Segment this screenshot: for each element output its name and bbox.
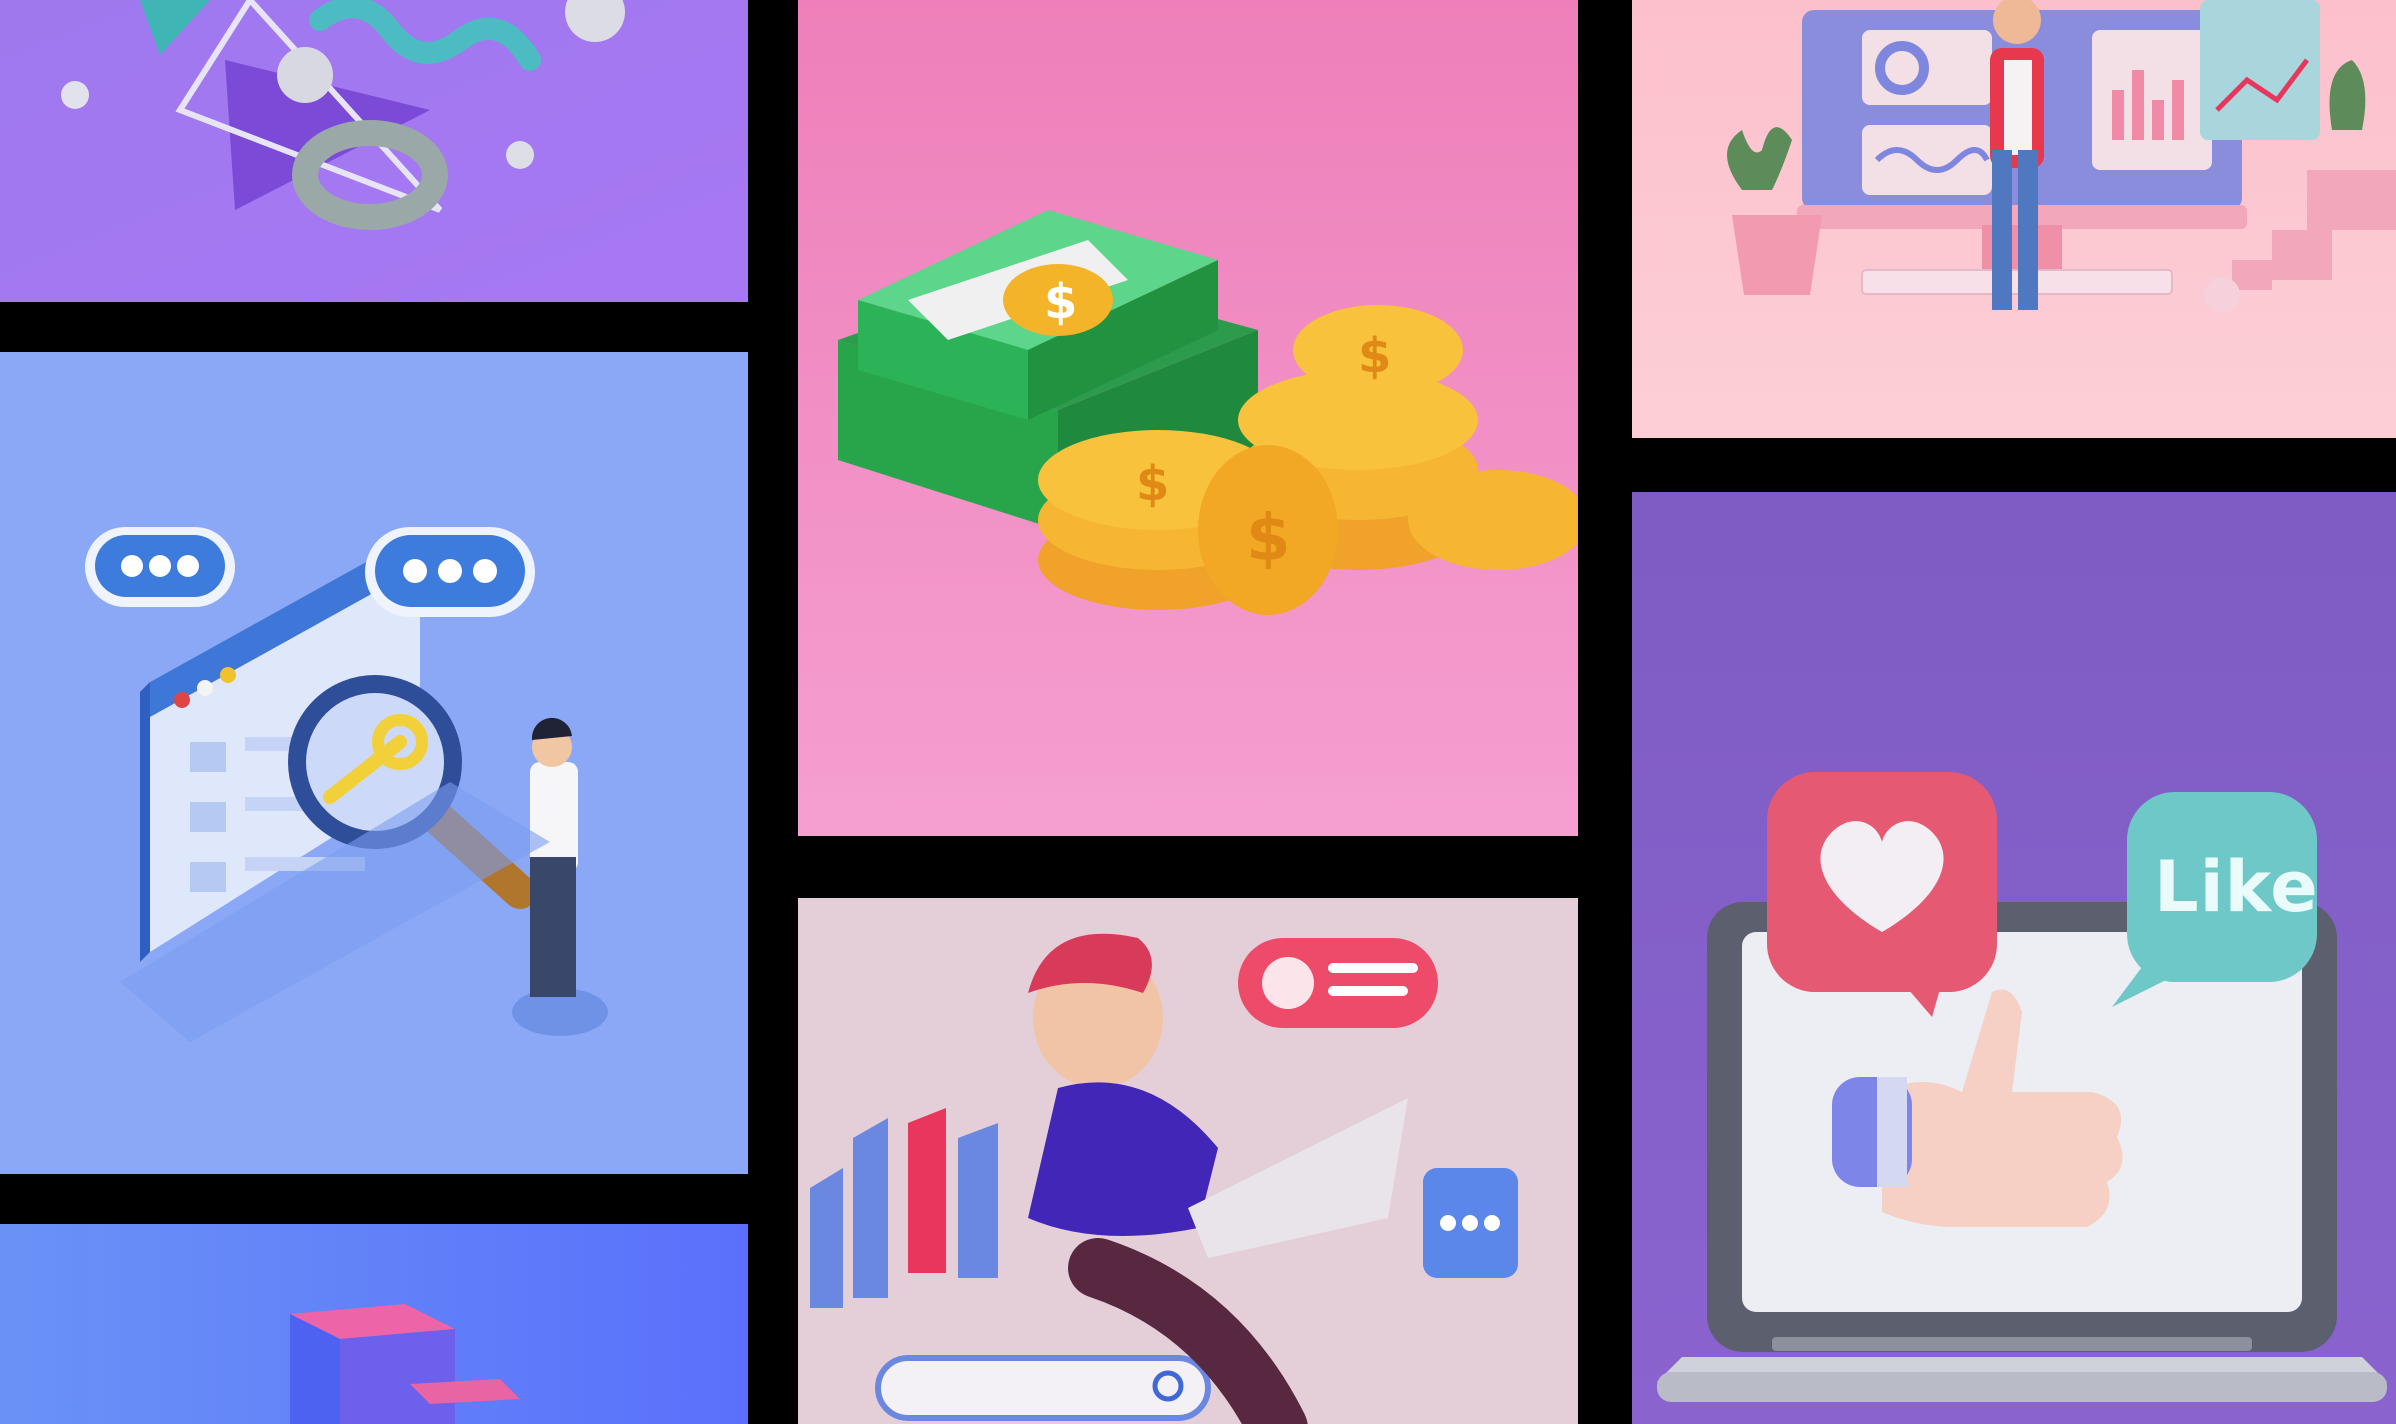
svg-text:$: $ [1044, 274, 1077, 330]
like-label: Like [2154, 846, 2319, 928]
laptop-user-icon [798, 898, 1578, 1424]
gallery-tile-laptop-user[interactable] [798, 898, 1578, 1424]
money-stack-icon: $ $ $ $ [798, 0, 1578, 836]
gallery-tile-abstract-shapes[interactable] [0, 0, 748, 302]
gallery-tile-gradient-blocks[interactable] [0, 1224, 748, 1424]
svg-text:$: $ [1136, 456, 1169, 512]
gallery-tile-dashboard-person[interactable] [1632, 0, 2396, 438]
svg-text:$: $ [1358, 328, 1391, 384]
search-key-icon [0, 352, 748, 1174]
abstract-shapes-icon [0, 0, 748, 302]
gradient-blocks-icon [0, 1224, 748, 1424]
gallery-tile-money-stack[interactable]: $ $ $ $ [798, 0, 1578, 836]
dashboard-person-icon [1632, 0, 2396, 438]
gallery-tile-search-key[interactable] [0, 352, 748, 1174]
social-like-icon [1632, 492, 2396, 1424]
gallery-tile-social-like[interactable]: Like [1632, 492, 2396, 1424]
svg-text:$: $ [1246, 502, 1291, 576]
